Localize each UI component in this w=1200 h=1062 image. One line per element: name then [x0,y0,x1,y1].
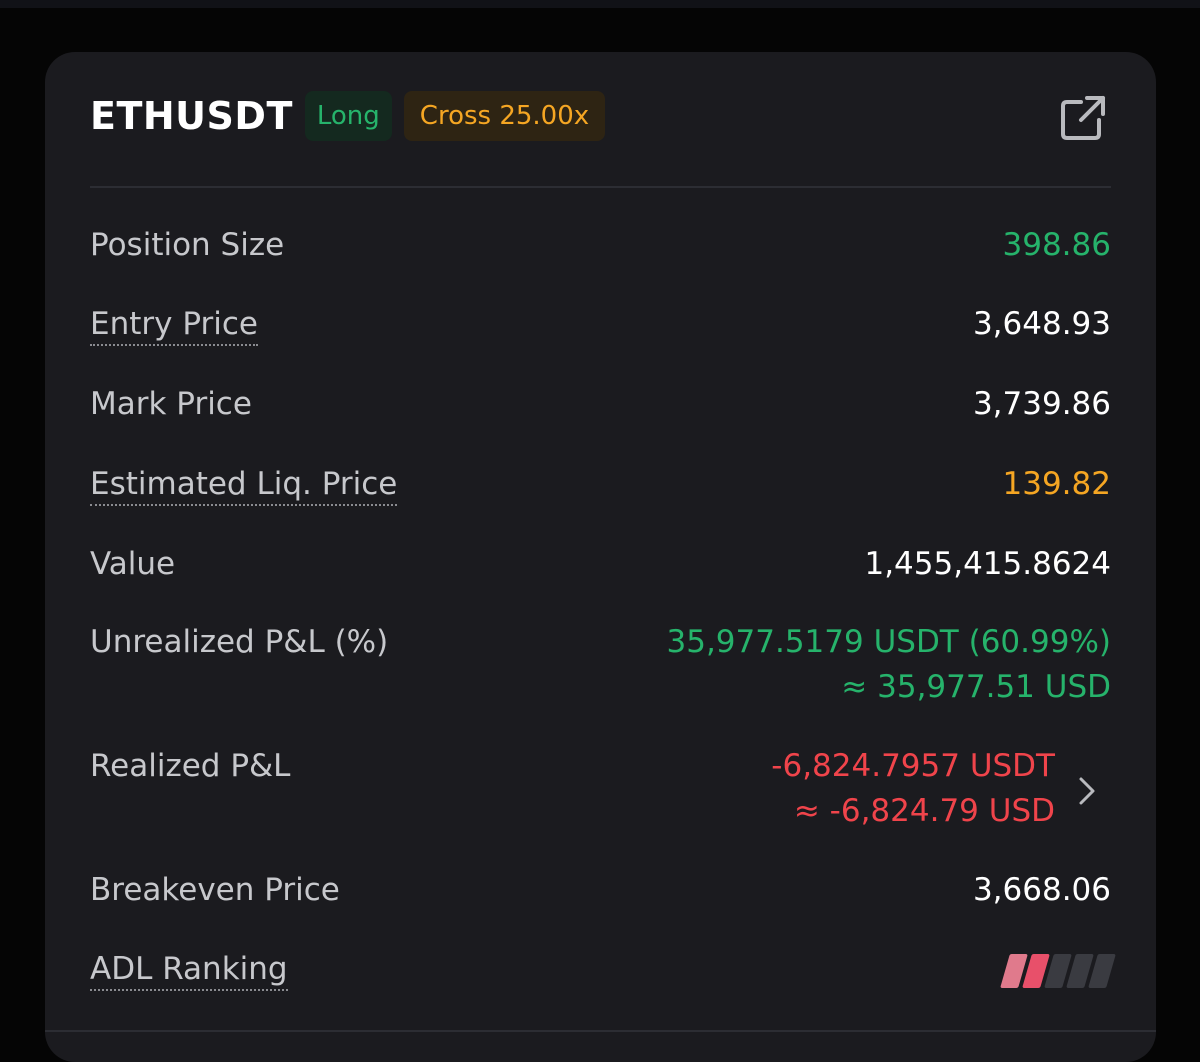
position-size-label: Position Size [90,227,285,263]
position-header: ETHUSDT Long Cross 25.00x [90,90,606,142]
adl-ranking-indicator [1000,954,1116,988]
top-bar [0,0,1200,8]
leverage-badge[interactable]: Cross 25.00x [403,91,606,141]
liq-price-value: 139.82 [1002,466,1111,502]
header-divider [90,186,1111,188]
entry-price-label[interactable]: Entry Price [90,306,258,346]
chevron-right-icon[interactable] [1075,773,1099,809]
realized-pnl-usdt: -6,824.7957 USDT [771,748,1055,784]
side-badge: Long [304,91,392,141]
realized-pnl-usd: ≈ -6,824.79 USD [793,793,1055,829]
bottom-divider [45,1030,1156,1032]
unrealized-pnl-usdt: 35,977.5179 USDT (60.99%) [666,624,1112,660]
breakeven-price-label: Breakeven Price [90,872,340,908]
liq-price-label[interactable]: Estimated Liq. Price [90,466,398,506]
breakeven-price-value: 3,668.06 [972,872,1111,908]
adl-ranking-label[interactable]: ADL Ranking [90,951,288,991]
external-link-icon[interactable] [1057,92,1109,144]
realized-pnl-label: Realized P&L [90,748,291,784]
position-size-value: 398.86 [1002,227,1111,263]
unrealized-pnl-usd: ≈ 35,977.51 USD [841,669,1111,705]
mark-price-label: Mark Price [90,386,252,422]
value-value: 1,455,415.8624 [864,546,1111,582]
unrealized-pnl-label: Unrealized P&L (%) [90,624,389,660]
symbol-title: ETHUSDT [90,94,293,138]
value-label: Value [90,546,176,582]
mark-price-value: 3,739.86 [972,386,1111,422]
position-card: ETHUSDT Long Cross 25.00x Position Size … [45,52,1156,1062]
entry-price-value: 3,648.93 [972,306,1111,342]
